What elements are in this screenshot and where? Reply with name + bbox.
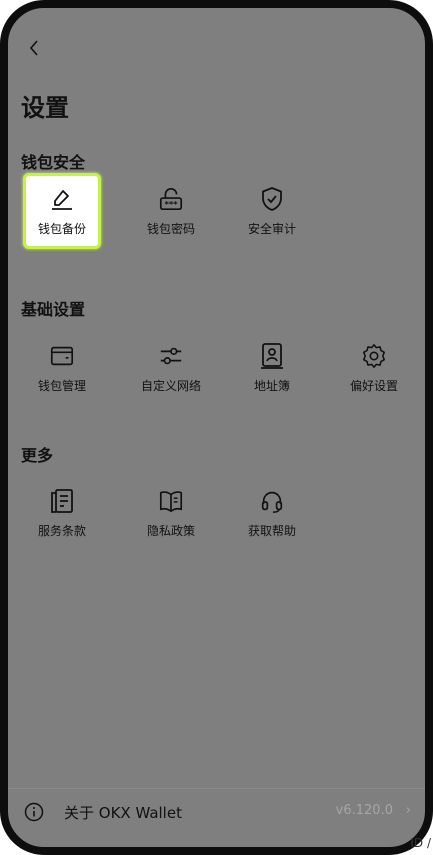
terms-document-icon [49,488,75,514]
tile-custom-network[interactable]: 自定义网络 [132,330,210,406]
chevron-right-icon: › [405,803,411,818]
tile-wallet-backup[interactable]: 钱包备份 [23,173,101,249]
sliders-icon [158,343,184,369]
svg-text:***: *** [164,198,178,208]
phone-screen: 设置 钱包安全 钱包备份 *** 钱包密码 安全审计 基础设置 钱包管理 自定义… [0,0,433,855]
version-text: v6.120.0 [335,803,393,818]
shield-check-icon [259,186,285,212]
chevron-left-icon [29,40,38,56]
wallet-icon [49,343,75,369]
section-title-more: 更多 [21,446,54,465]
back-button[interactable] [24,36,44,60]
tile-label: 获取帮助 [247,523,296,538]
address-book-icon [259,342,285,369]
section-title-wallet-security: 钱包安全 [21,153,86,172]
tile-security-audit[interactable]: 安全审计 [233,173,311,249]
tile-address-book[interactable]: 地址簿 [233,330,311,406]
tile-wallet-management[interactable]: 钱包管理 [23,330,101,406]
tile-get-help[interactable]: 获取帮助 [233,475,311,551]
info-icon [24,802,44,822]
tile-label: 隐私政策 [146,523,195,538]
section-title-basic-settings: 基础设置 [21,300,86,319]
about-label: 关于 OKX Wallet [64,804,182,822]
tile-label: 钱包管理 [37,378,86,393]
outside-text: ID / [410,836,431,850]
tile-terms-of-service[interactable]: 服务条款 [23,475,101,551]
tile-label: 钱包备份 [37,221,86,236]
tile-label: 安全审计 [247,221,296,236]
gear-icon [361,343,387,369]
page-title: 设置 [21,94,69,122]
headset-icon [259,488,285,514]
password-lock-icon: *** [158,186,184,212]
edit-pen-icon [49,186,75,212]
privacy-book-icon [158,488,184,514]
tile-privacy-policy[interactable]: 隐私政策 [132,475,210,551]
tile-label: 服务条款 [37,523,86,538]
about-row[interactable]: 关于 OKX Wallet v6.120.0 › [8,788,425,837]
tile-label: 地址簿 [253,378,290,393]
tile-preferences[interactable]: 偏好设置 [335,330,413,406]
tile-label: 偏好设置 [349,378,398,393]
tile-wallet-password[interactable]: *** 钱包密码 [132,173,210,249]
tile-label: 钱包密码 [146,221,195,236]
tile-label: 自定义网络 [140,378,201,393]
